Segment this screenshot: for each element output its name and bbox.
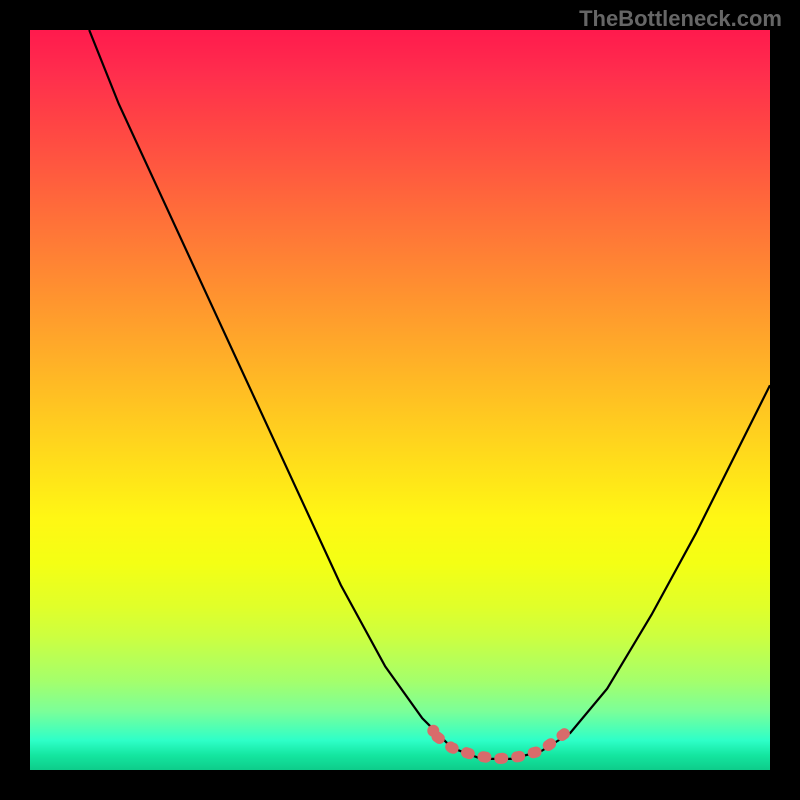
bottleneck-curve-path xyxy=(89,30,770,759)
chart-plot-area xyxy=(30,30,770,770)
highlighted-dot xyxy=(427,725,439,737)
highlighted-flat-region-path xyxy=(437,729,570,759)
curve-svg xyxy=(30,30,770,770)
watermark-text: TheBottleneck.com xyxy=(579,6,782,32)
